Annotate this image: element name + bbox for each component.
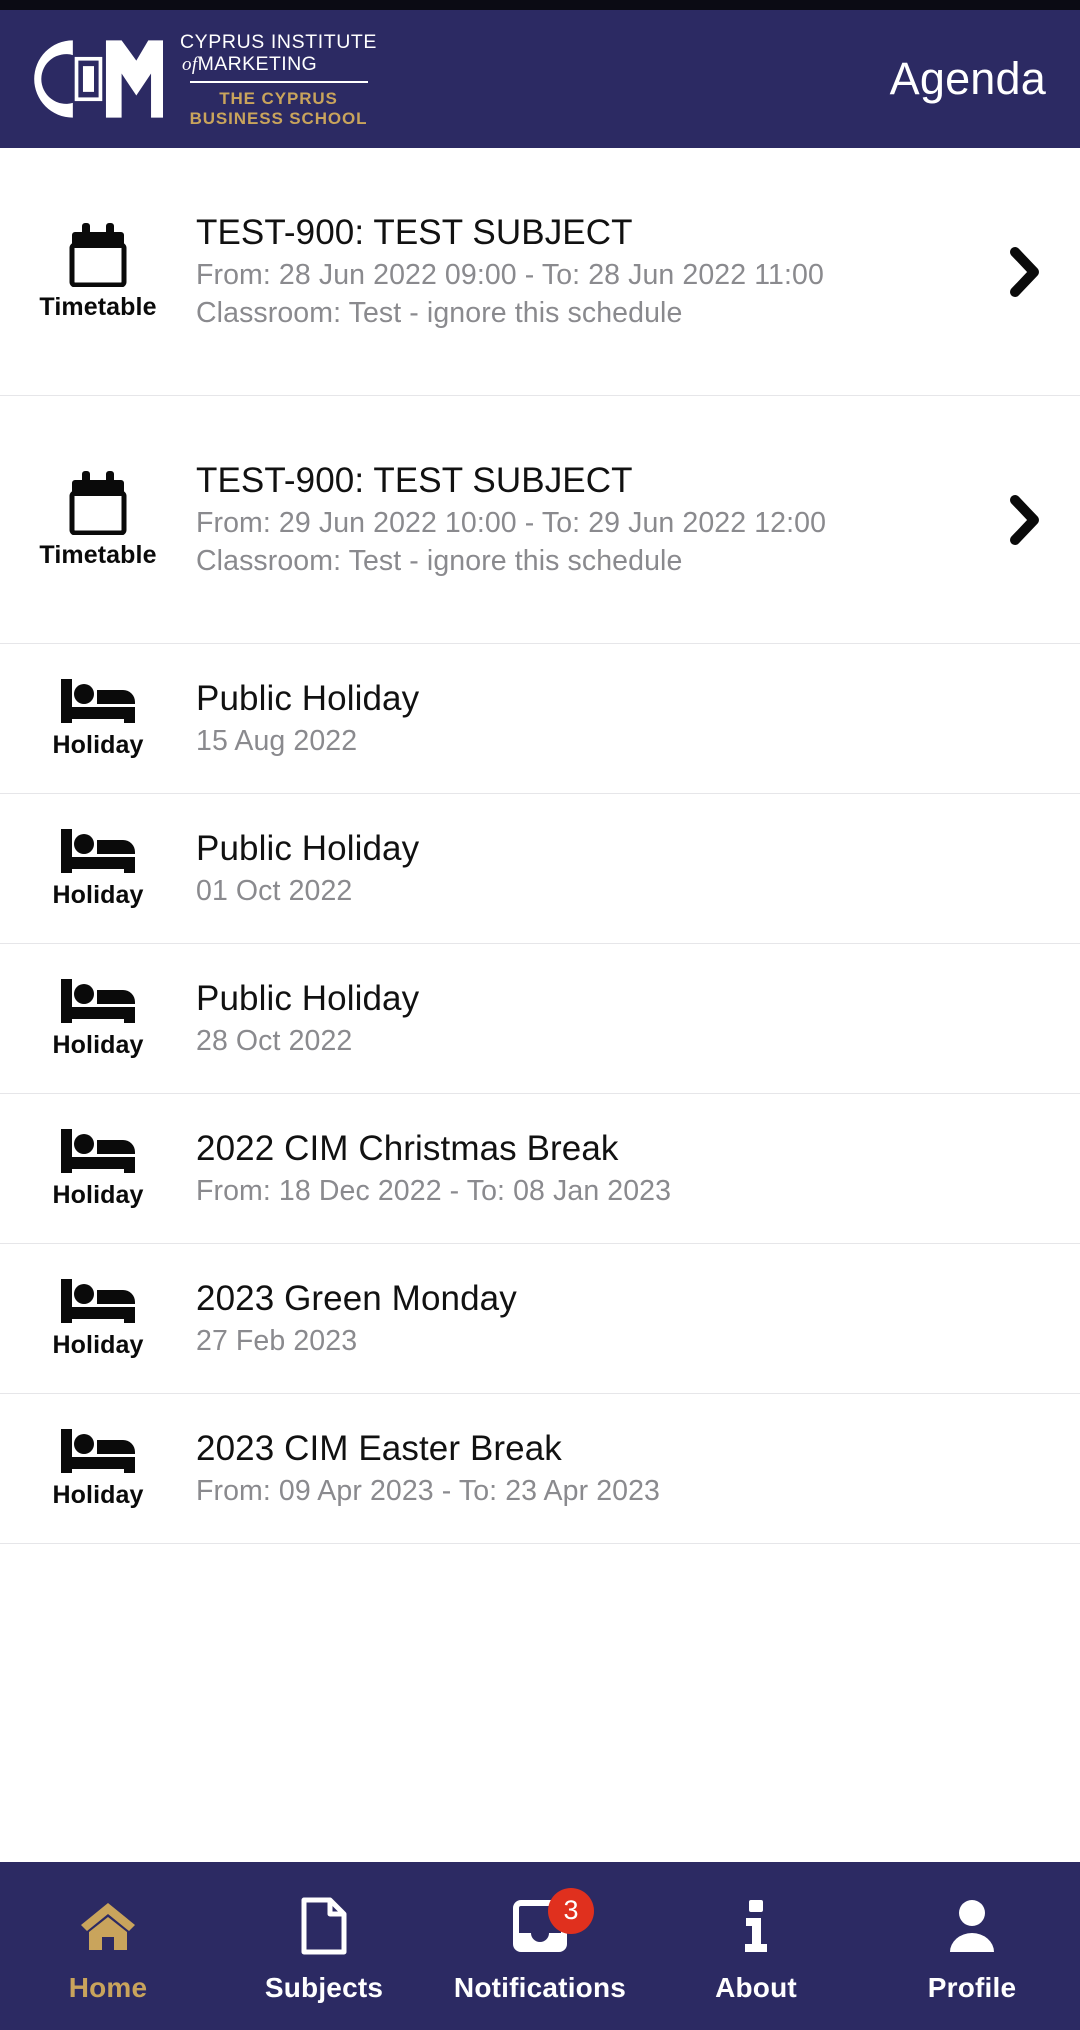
cim-logo-icon: [24, 33, 164, 125]
row-body: 2023 Green Monday 27 Feb 2023: [196, 1278, 996, 1360]
status-bar: [0, 0, 1080, 10]
bed-icon: [59, 827, 137, 875]
calendar-icon: [67, 221, 129, 287]
row-subtitle-secondary: Classroom: Test - ignore this schedule: [196, 296, 683, 329]
row-lead: Holiday: [0, 1427, 196, 1510]
agenda-row-timetable[interactable]: Timetable TEST-900: TEST SUBJECT From: 29 …: [0, 396, 1080, 644]
nav-item-subjects[interactable]: Subjects: [216, 1863, 432, 2030]
row-subtitle-primary: 28 Oct 2022: [196, 1024, 353, 1057]
agenda-list[interactable]: Timetable TEST-900: TEST SUBJECT From: 28 …: [0, 148, 1080, 1862]
brand-line-2-italic: of: [182, 54, 198, 76]
brand-text: CYPRUS INSTITUTE ofMARKETING THE CYPRUS …: [180, 29, 377, 129]
row-body: TEST-900: TEST SUBJECT From: 29 Jun 2022 …: [196, 460, 996, 579]
row-lead-label: Holiday: [52, 1331, 144, 1359]
bed-icon: [59, 1427, 137, 1475]
row-subtitle-primary: 15 Aug 2022: [196, 724, 358, 757]
row-lead: Holiday: [0, 1127, 196, 1210]
nav-item-profile[interactable]: Profile: [864, 1863, 1080, 2030]
notification-badge: 3: [548, 1887, 594, 1934]
row-title: 2023 CIM Easter Break: [196, 1428, 562, 1468]
nav-item-label: About: [715, 1971, 797, 2003]
inbox-icon[interactable]: 3: [508, 1887, 594, 1956]
row-lead-label: Holiday: [52, 1181, 144, 1209]
row-lead-label: Holiday: [52, 1031, 144, 1059]
row-lead-label: Timetable: [39, 541, 157, 569]
row-subtitle-primary: From: 28 Jun 2022 09:00 - To: 28 Jun 202…: [196, 259, 824, 292]
app-header: CYPRUS INSTITUTE ofMARKETING THE CYPRUS …: [0, 10, 1080, 148]
row-lead-label: Holiday: [52, 881, 144, 909]
row-lead: Holiday: [0, 827, 196, 910]
bed-icon: [59, 677, 137, 725]
row-lead: Holiday: [0, 677, 196, 760]
row-body: 2023 CIM Easter Break From: 09 Apr 2023 -…: [196, 1428, 996, 1510]
bottom-navigation: Home Subjects 3 Notifications About Profile: [0, 1862, 1080, 2030]
agenda-row-holiday: Holiday Public Holiday 01 Oct 2022: [0, 794, 1080, 944]
agenda-screen: CYPRUS INSTITUTE ofMARKETING THE CYPRUS …: [0, 0, 1080, 2030]
row-lead-label: Holiday: [52, 1481, 144, 1509]
nav-item-about[interactable]: About: [648, 1863, 864, 2030]
chevron-right-icon[interactable]: [996, 494, 1054, 546]
brand-line-1: CYPRUS INSTITUTE: [180, 31, 378, 54]
info-icon[interactable]: [724, 1896, 788, 1956]
row-lead-label: Holiday: [52, 731, 144, 759]
page-title: Agenda: [889, 53, 1046, 104]
bed-icon: [59, 1127, 137, 1175]
row-body: 2022 CIM Christmas Break From: 18 Dec 202…: [196, 1128, 996, 1210]
agenda-row-holiday: Holiday 2023 Green Monday 27 Feb 2023: [0, 1244, 1080, 1394]
nav-item-label: Subjects: [264, 1971, 384, 2003]
nav-item-label: Home: [68, 1971, 148, 2003]
row-lead-label: Timetable: [39, 293, 157, 321]
person-icon[interactable]: [940, 1896, 1004, 1956]
bed-icon: [59, 977, 137, 1025]
row-subtitle-primary: From: 29 Jun 2022 10:00 - To: 29 Jun 202…: [196, 507, 827, 540]
brand-line-4: BUSINESS SCHOOL: [189, 108, 368, 128]
row-body: TEST-900: TEST SUBJECT From: 28 Jun 2022 …: [196, 212, 996, 331]
agenda-row-holiday: Holiday Public Holiday 28 Oct 2022: [0, 944, 1080, 1094]
nav-item-notifications[interactable]: 3 Notifications: [432, 1863, 648, 2030]
row-title: Public Holiday: [196, 678, 420, 718]
agenda-row-holiday: Holiday Public Holiday 15 Aug 2022: [0, 644, 1080, 794]
row-title: Public Holiday: [196, 828, 420, 868]
row-body: Public Holiday 15 Aug 2022: [196, 678, 996, 760]
brand-divider: [189, 81, 368, 83]
agenda-row-timetable[interactable]: Timetable TEST-900: TEST SUBJECT From: 28 …: [0, 148, 1080, 396]
row-title: 2023 Green Monday: [196, 1278, 517, 1318]
nav-item-label: Notifications: [453, 1971, 627, 2003]
row-lead: Timetable: [0, 221, 196, 322]
row-title: 2022 CIM Christmas Break: [196, 1128, 619, 1168]
row-title: TEST-900: TEST SUBJECT: [196, 460, 633, 500]
home-icon[interactable]: [76, 1896, 140, 1956]
brand-line-3: THE CYPRUS: [219, 88, 338, 108]
nav-item-home[interactable]: Home: [0, 1863, 216, 2030]
calendar-icon: [67, 469, 129, 535]
agenda-row-holiday: Holiday 2023 CIM Easter Break From: 09 Apr…: [0, 1394, 1080, 1544]
brand-line-2-main: MARKETING: [197, 53, 318, 76]
row-body: Public Holiday 01 Oct 2022: [196, 828, 996, 910]
bed-icon: [59, 1277, 137, 1325]
nav-item-label: Profile: [927, 1971, 1017, 2003]
brand-lockup: CYPRUS INSTITUTE ofMARKETING THE CYPRUS …: [24, 29, 377, 129]
row-subtitle-primary: From: 18 Dec 2022 - To: 08 Jan 2023: [196, 1174, 672, 1207]
row-subtitle-primary: 01 Oct 2022: [196, 874, 353, 907]
row-subtitle-primary: From: 09 Apr 2023 - To: 23 Apr 2023: [196, 1474, 661, 1507]
chevron-right-icon[interactable]: [996, 246, 1054, 298]
row-lead: Holiday: [0, 977, 196, 1060]
brand-line-2: ofMARKETING: [180, 53, 317, 76]
row-subtitle-secondary: Classroom: Test - ignore this schedule: [196, 544, 683, 577]
row-subtitle-primary: 27 Feb 2023: [196, 1324, 358, 1357]
row-body: Public Holiday 28 Oct 2022: [196, 978, 996, 1060]
agenda-row-holiday: Holiday 2022 CIM Christmas Break From: 18 …: [0, 1094, 1080, 1244]
row-lead: Timetable: [0, 469, 196, 570]
row-title: TEST-900: TEST SUBJECT: [196, 212, 633, 252]
document-icon[interactable]: [292, 1896, 356, 1956]
row-title: Public Holiday: [196, 978, 420, 1018]
row-lead: Holiday: [0, 1277, 196, 1360]
